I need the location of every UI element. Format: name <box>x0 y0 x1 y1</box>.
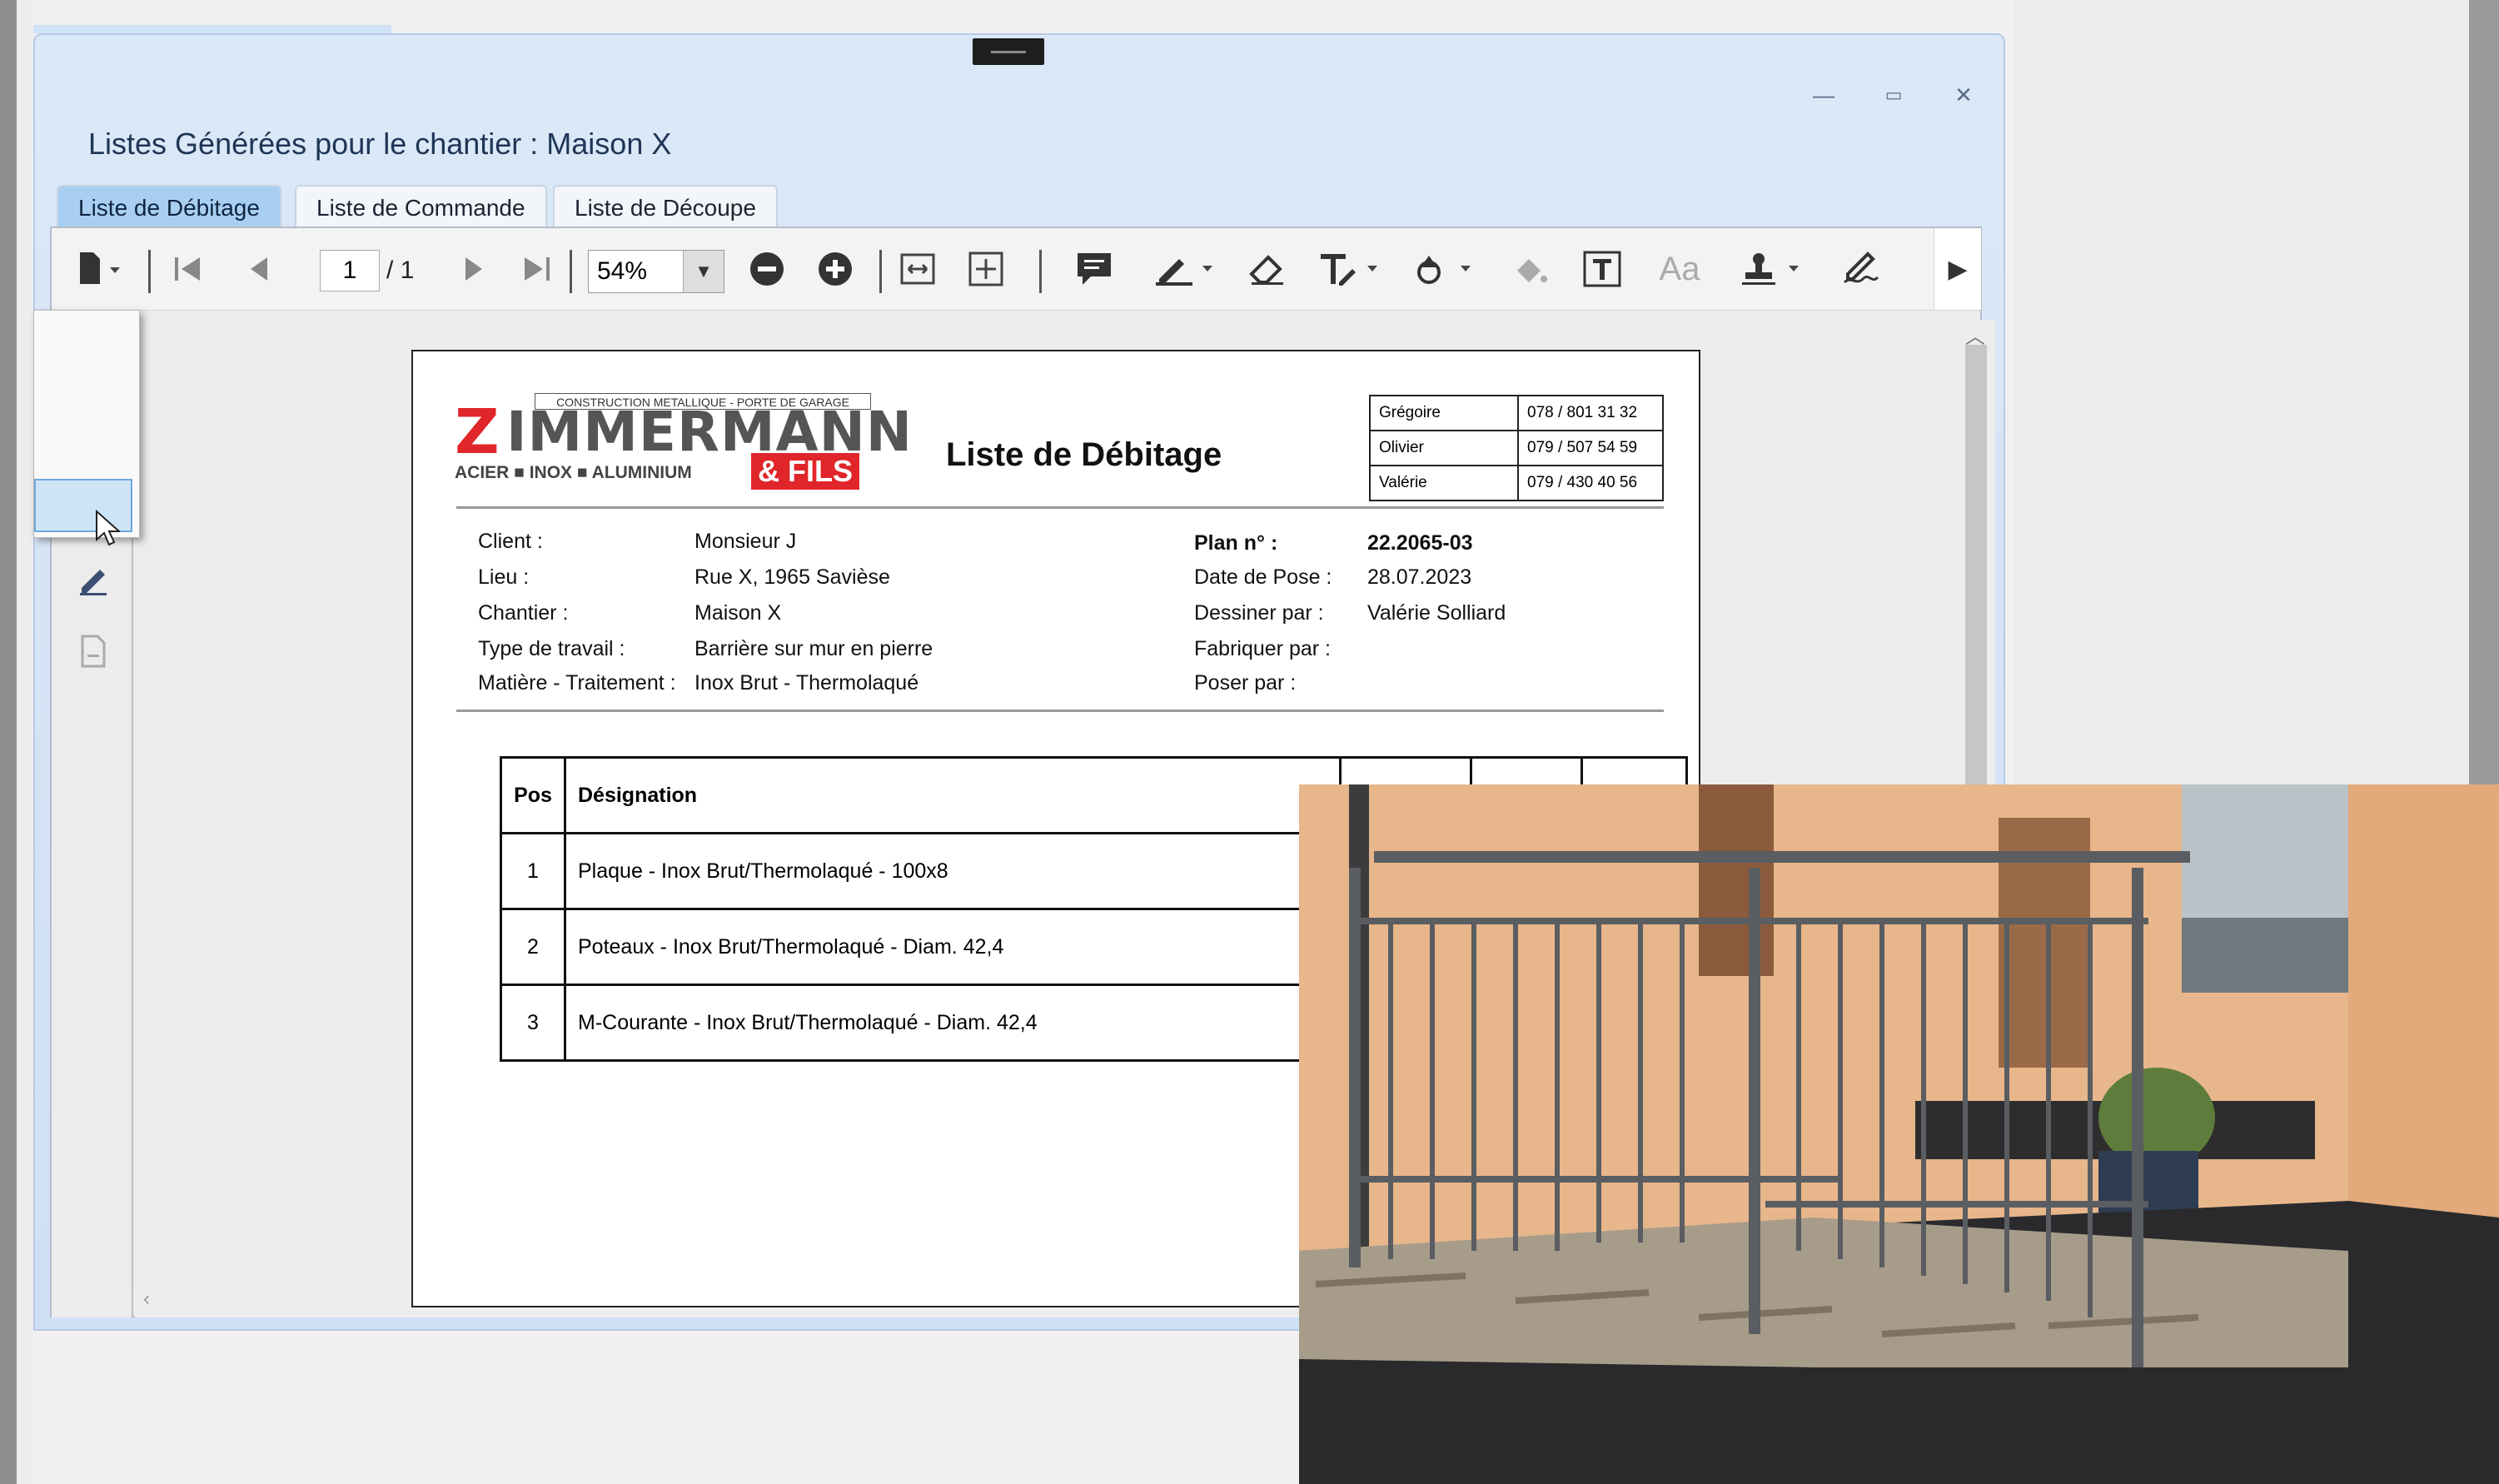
shape-icon[interactable] <box>1409 247 1479 291</box>
info-value: Barrière sur mur en pierre <box>694 637 933 660</box>
info-value: Maison X <box>694 601 782 625</box>
close-button[interactable]: ✕ <box>1947 78 1980 112</box>
contact-phone: 079 / 507 54 59 <box>1517 430 1664 466</box>
tab-liste-de-debitage[interactable]: Liste de Débitage <box>57 185 281 228</box>
logo-tagline: ACIER ■ INOX ■ ALUMINIUM <box>455 463 692 482</box>
fit-page-icon[interactable] <box>963 247 1009 291</box>
comment-icon[interactable] <box>1071 247 1118 291</box>
minimize-button[interactable]: — <box>1807 78 1840 112</box>
first-page-icon[interactable] <box>165 247 212 291</box>
signature-icon[interactable] <box>1837 247 1895 291</box>
info-value: 28.07.2023 <box>1367 565 1472 589</box>
contact-row: Valérie 079 / 430 40 56 <box>1369 465 1664 501</box>
contact-row: Grégoire 078 / 801 31 32 <box>1369 395 1664 431</box>
scroll-left-icon[interactable]: ‹ <box>143 1287 150 1311</box>
info-label: Date de Pose : <box>1194 565 1332 589</box>
eraser-icon[interactable] <box>1244 247 1291 291</box>
info-value: Valérie Solliard <box>1367 601 1506 625</box>
pdf-toolbar: 1 / 1 54% ▼ Aa ▶ <box>52 228 1981 311</box>
toolbar-separator <box>879 250 882 293</box>
last-page-icon[interactable] <box>513 247 560 291</box>
tab-liste-de-commande[interactable]: Liste de Commande <box>295 185 547 228</box>
screen-edge-right <box>2469 0 2499 791</box>
more-icon[interactable]: ▶ <box>1934 228 1981 310</box>
screen-edge-left-inner <box>17 0 33 1484</box>
desktop-background-right <box>2014 0 2469 791</box>
info-label: Plan n° : <box>1194 531 1278 555</box>
info-label: Fabriquer par : <box>1194 637 1331 660</box>
top-strip-highlight <box>33 25 391 33</box>
info-value: Rue X, 1965 Savièse <box>694 565 890 589</box>
cell-designation: Poteaux - Inox Brut/Thermolaqué - Diam. … <box>564 908 1342 986</box>
text-box-icon[interactable] <box>1579 247 1625 291</box>
info-divider <box>456 710 1664 712</box>
col-header: Pos <box>500 756 566 834</box>
toolbar-separator <box>570 250 572 293</box>
contact-phone: 078 / 801 31 32 <box>1517 395 1664 431</box>
logo-fils: & FILS <box>751 453 859 490</box>
highlight-pen-icon[interactable] <box>1151 247 1221 291</box>
cell-designation: Plaque - Inox Brut/Thermolaqué - 100x8 <box>564 832 1342 910</box>
info-label: Poser par : <box>1194 671 1297 695</box>
window-title: Listes Générées pour le chantier : Maiso… <box>88 127 672 161</box>
toolbar-separator <box>148 250 151 293</box>
stamp-icon[interactable] <box>1737 247 1807 291</box>
header-divider <box>456 506 1664 509</box>
cell-pos: 2 <box>500 908 566 986</box>
zoom-select[interactable]: 54% ▼ <box>588 250 724 293</box>
file-menu-icon[interactable] <box>68 247 135 291</box>
cell-designation: M-Courante - Inox Brut/Thermolaqué - Dia… <box>564 984 1342 1062</box>
info-value: Monsieur J <box>694 530 797 553</box>
document-title: Liste de Débitage <box>946 436 1222 473</box>
info-label: Type de travail : <box>478 637 625 660</box>
tab-liste-de-decoupe[interactable]: Liste de Découpe <box>553 185 778 228</box>
railing-photo <box>1299 784 2499 1484</box>
zoom-value: 54% <box>597 257 648 285</box>
logo-z: Z <box>455 396 500 468</box>
info-value: 22.2065-03 <box>1367 531 1473 555</box>
zoom-out-icon[interactable] <box>744 247 789 291</box>
contact-phone: 079 / 430 40 56 <box>1517 465 1664 501</box>
info-label: Client : <box>478 530 543 553</box>
contact-name: Olivier <box>1369 430 1519 466</box>
mouse-cursor-icon <box>96 510 120 546</box>
info-value: Inox Brut - Thermolaqué <box>694 671 919 695</box>
cell-pos: 3 <box>500 984 566 1062</box>
page-total: / 1 <box>386 256 415 284</box>
company-logo: CONSTRUCTION METALLIQUE - PORTE DE GARAG… <box>455 393 912 493</box>
info-label: Chantier : <box>478 601 569 625</box>
font-icon[interactable]: Aa <box>1650 247 1709 291</box>
contact-name: Valérie <box>1369 465 1519 501</box>
toolbar-separator <box>1039 250 1042 293</box>
top-strip <box>33 0 2014 33</box>
annotation-pen-icon[interactable] <box>75 561 112 598</box>
contacts-table: Grégoire 078 / 801 31 32 Olivier 079 / 507… <box>1369 395 1664 501</box>
document-icon[interactable] <box>75 633 112 670</box>
next-page-icon[interactable] <box>451 247 498 291</box>
text-markup-icon[interactable] <box>1316 247 1386 291</box>
contact-row: Olivier 079 / 507 54 59 <box>1369 430 1664 466</box>
railing-photo-image <box>1299 784 2499 1484</box>
file-dropdown-menu[interactable] <box>33 310 140 538</box>
col-header: Désignation <box>564 756 1342 834</box>
window-drag-handle[interactable] <box>973 38 1044 65</box>
contact-name: Grégoire <box>1369 395 1519 431</box>
maximize-button[interactable]: ▭ <box>1877 78 1910 112</box>
chevron-down-icon[interactable]: ▼ <box>683 251 724 292</box>
page-number-input[interactable]: 1 <box>320 250 380 291</box>
previous-page-icon[interactable] <box>235 247 281 291</box>
info-label: Matière - Traitement : <box>478 671 676 695</box>
fit-width-icon[interactable] <box>894 247 941 291</box>
cell-pos: 1 <box>500 832 566 910</box>
zoom-in-icon[interactable] <box>813 247 858 291</box>
info-label: Dessiner par : <box>1194 601 1324 625</box>
fill-icon[interactable] <box>1507 247 1554 291</box>
info-label: Lieu : <box>478 565 530 589</box>
